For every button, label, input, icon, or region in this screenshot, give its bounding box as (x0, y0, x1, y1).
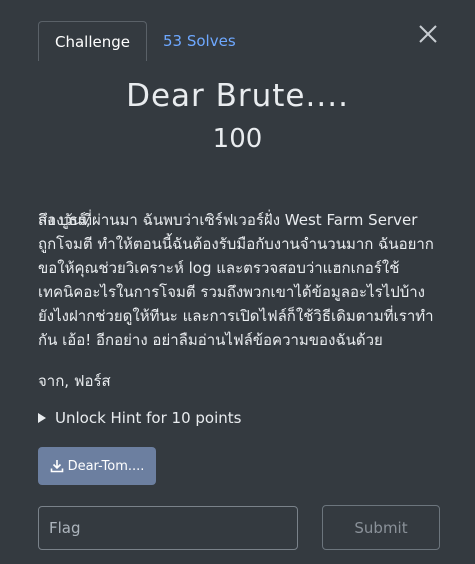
caret-right-icon (38, 413, 46, 423)
description-body: สองวันที่ผ่านมา ฉันพบว่าเซิร์ฟเวอร์ฝั่ง … (38, 211, 434, 349)
challenge-points: 100 (212, 124, 263, 154)
hint-toggle[interactable]: Unlock Hint for 10 points (38, 409, 241, 427)
flag-input[interactable] (38, 506, 298, 550)
submit-button[interactable]: Submit (322, 505, 440, 550)
download-icon (50, 460, 63, 473)
file-label: Dear-Tom.... (67, 458, 145, 474)
hint-label: Unlock Hint for 10 points (55, 409, 242, 427)
tab-solves[interactable]: 53 Solves (147, 21, 252, 61)
close-icon[interactable] (414, 20, 442, 48)
challenge-title: Dear Brute.... (126, 78, 349, 114)
description-signature: จาก, ฟอร์ส (38, 372, 111, 390)
file-download-button[interactable]: Dear-Tom.... (38, 447, 156, 485)
tab-challenge[interactable]: Challenge (38, 21, 147, 61)
tab-bar: Challenge 53 Solves (38, 21, 252, 61)
